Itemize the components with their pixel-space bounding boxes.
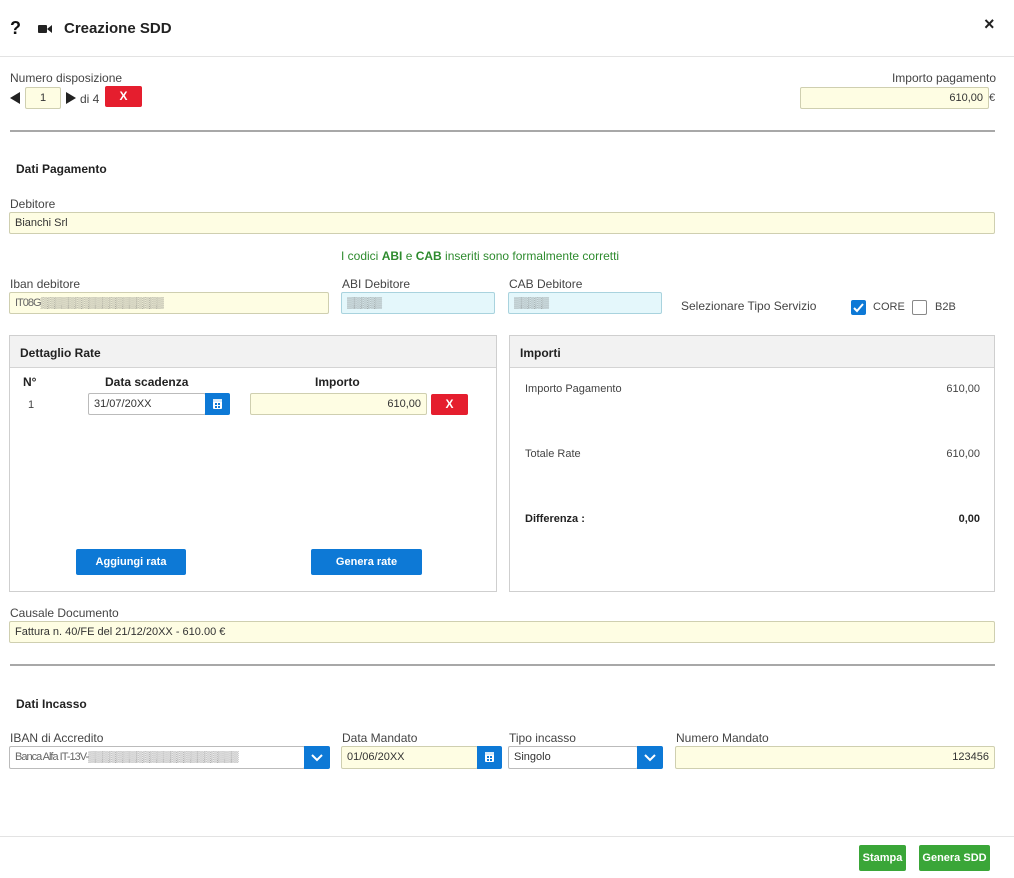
validation-message: I codici ABI e CAB inseriti sono formalm… xyxy=(341,249,620,263)
data-mandato-label: Data Mandato xyxy=(342,731,418,745)
importo-pagamento-field[interactable]: 610,00 xyxy=(800,87,989,109)
cab-debitore-label: CAB Debitore xyxy=(509,277,583,291)
numero-disposizione-label: Numero disposizione xyxy=(10,71,123,85)
iban-accredito-select[interactable]: Banca Alfa IT-13V-▒▒▒▒▒▒▒▒▒▒▒▒▒▒▒▒▒▒▒▒▒▒ xyxy=(9,746,305,769)
abi-debitore-field[interactable]: ▒▒▒▒▒ xyxy=(341,292,495,314)
b2b-checkbox[interactable] xyxy=(912,300,927,315)
totale-rate-label: Totale Rate xyxy=(525,448,581,460)
genera-sdd-button[interactable]: Genera SDD xyxy=(919,845,990,871)
calendar-icon xyxy=(485,752,494,762)
iban-debitore-label: Iban debitore xyxy=(10,277,81,291)
stampa-button[interactable]: Stampa xyxy=(859,845,906,871)
dati-incasso-title: Dati Incasso xyxy=(16,697,87,711)
rata-calendar-button[interactable] xyxy=(205,393,230,415)
checkmark-icon xyxy=(853,303,864,313)
col-n-header: N° xyxy=(23,375,37,389)
rata-date-input[interactable]: 31/07/20XX xyxy=(88,393,206,415)
dettaglio-rate-title: Dettaglio Rate xyxy=(10,336,496,368)
close-icon[interactable]: × xyxy=(984,14,995,35)
divider xyxy=(10,130,995,132)
tipo-incasso-dropdown-button[interactable] xyxy=(637,746,663,769)
aggiungi-rata-button[interactable]: Aggiungi rata xyxy=(76,549,186,575)
b2b-label: B2B xyxy=(935,301,956,313)
core-label: CORE xyxy=(873,301,905,313)
differenza-label: Differenza : xyxy=(525,513,585,525)
help-icon[interactable]: ? xyxy=(10,18,21,39)
delete-rata-button[interactable]: X xyxy=(431,394,468,415)
iban-accredito-dropdown-button[interactable] xyxy=(304,746,330,769)
tipo-servizio-label: Selezionare Tipo Servizio xyxy=(681,299,817,313)
col-data-header: Data scadenza xyxy=(105,375,189,389)
importi-panel: Importi xyxy=(509,335,995,592)
importo-pagamento-summary-value: 610,00 xyxy=(946,383,980,395)
differenza-value: 0,00 xyxy=(958,513,980,525)
disposizione-number-input[interactable]: 1 xyxy=(25,87,61,109)
footer-divider xyxy=(0,836,1014,837)
core-checkbox[interactable] xyxy=(851,300,866,315)
iban-accredito-label: IBAN di Accredito xyxy=(10,731,104,745)
totale-rate-value: 610,00 xyxy=(946,448,980,460)
chevron-down-icon xyxy=(644,754,656,762)
causale-field[interactable]: Fattura n. 40/FE del 21/12/20XX - 610.00… xyxy=(9,621,995,643)
importo-pagamento-summary-label: Importo Pagamento xyxy=(525,383,622,395)
causale-label: Causale Documento xyxy=(10,606,119,620)
video-camera-icon xyxy=(38,25,52,33)
genera-rate-button[interactable]: Genera rate xyxy=(311,549,422,575)
next-arrow-icon[interactable] xyxy=(66,92,76,104)
chevron-down-icon xyxy=(311,754,323,762)
divider xyxy=(10,664,995,666)
dati-pagamento-title: Dati Pagamento xyxy=(16,162,107,176)
importo-pagamento-label: Importo pagamento xyxy=(891,71,996,85)
numero-mandato-input[interactable]: 123456 xyxy=(675,746,995,769)
dialog-title: Creazione SDD xyxy=(64,20,172,37)
prev-arrow-icon[interactable] xyxy=(10,92,20,104)
abi-debitore-label: ABI Debitore xyxy=(342,277,411,291)
importi-title: Importi xyxy=(510,336,994,368)
rata-number: 1 xyxy=(28,399,35,411)
currency-symbol: € xyxy=(989,92,996,104)
tipo-incasso-select[interactable]: Singolo xyxy=(508,746,638,769)
calendar-icon xyxy=(213,399,222,409)
iban-debitore-field[interactable]: IT08G▒▒▒▒▒▒▒▒▒▒▒▒▒▒▒▒▒▒ xyxy=(9,292,329,314)
numero-mandato-label: Numero Mandato xyxy=(676,731,769,745)
data-mandato-input[interactable]: 01/06/20XX xyxy=(341,746,478,769)
cab-debitore-field[interactable]: ▒▒▒▒▒ xyxy=(508,292,662,314)
rata-importo-input[interactable]: 610,00 xyxy=(250,393,427,415)
delete-disposizione-button[interactable]: X xyxy=(105,86,142,107)
disposizione-total: di 4 xyxy=(80,92,100,106)
tipo-incasso-label: Tipo incasso xyxy=(509,731,576,745)
debitore-field[interactable]: Bianchi Srl xyxy=(9,212,995,234)
col-importo-header: Importo xyxy=(315,375,360,389)
debitore-label: Debitore xyxy=(10,197,56,211)
data-mandato-calendar-button[interactable] xyxy=(477,746,502,769)
